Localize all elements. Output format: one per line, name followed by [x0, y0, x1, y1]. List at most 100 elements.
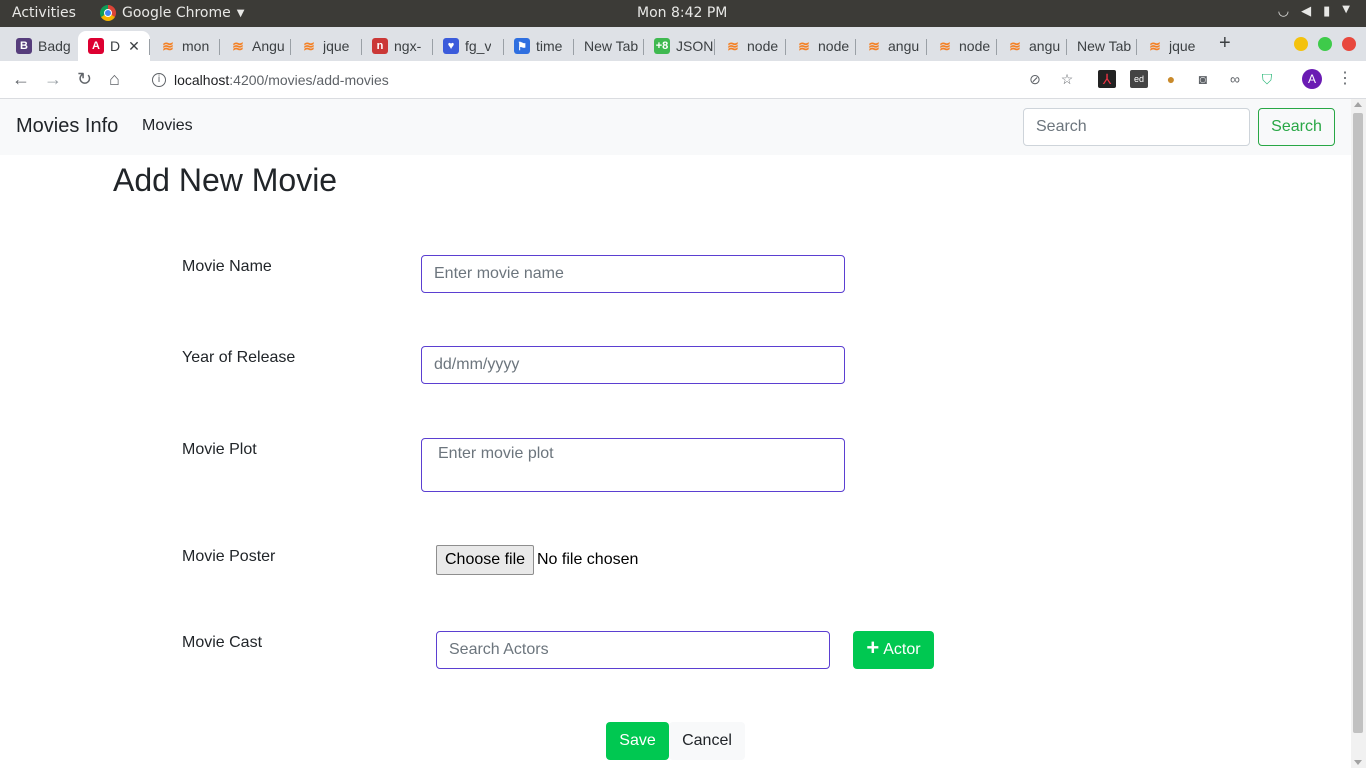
app-name: Google Chrome — [122, 5, 231, 21]
movie-poster-label: Movie Poster — [182, 548, 276, 565]
infinity-icon[interactable]: ∞ — [1226, 70, 1244, 88]
add-actor-label: Actor — [883, 641, 921, 658]
save-button[interactable]: Save — [606, 722, 669, 760]
flag-icon: ⚑ — [514, 38, 530, 54]
stackoverflow-icon: ≋ — [303, 37, 315, 54]
tab-strip: B Badg A D ✕ ≋ mon ≋ Angu ≋ jque n ngx- ♥ fg_v ⚑ time New… — [0, 27, 1366, 61]
tab-separator — [1066, 39, 1067, 55]
browser-tab[interactable]: n ngx- — [362, 31, 433, 61]
tab-title: fg_v — [465, 38, 492, 54]
nav-link-movies[interactable]: Movies — [142, 117, 193, 135]
browser-tab[interactable]: ≋ jque — [1137, 31, 1207, 61]
tab-title: New Tab — [1077, 38, 1132, 54]
home-button[interactable]: ⌂ — [109, 69, 120, 89]
tab-title: D — [110, 38, 121, 54]
tab-title: ngx- — [394, 38, 422, 54]
maximize-button[interactable] — [1318, 37, 1332, 51]
tab-title: JSON — [676, 38, 714, 54]
browser-tab[interactable]: ≋ Angu — [220, 31, 291, 61]
tab-separator — [855, 39, 856, 55]
cookie-icon[interactable]: ● — [1162, 70, 1180, 88]
tab-separator — [926, 39, 927, 55]
tab-title: jque — [1169, 38, 1196, 54]
forward-button[interactable]: → — [44, 69, 62, 89]
tab-title: Badg — [38, 38, 71, 54]
tab-separator — [714, 39, 715, 55]
system-tray[interactable]: ◡ ◀ ▮ ▼ — [1278, 4, 1350, 19]
browser-tab[interactable]: ≋ node — [927, 31, 997, 61]
tab-title: node — [959, 38, 991, 54]
browser-tab[interactable]: New Tab — [574, 31, 644, 61]
chrome-icon — [100, 5, 116, 21]
battery-icon: ▮ — [1323, 4, 1331, 19]
tab-separator — [361, 39, 362, 55]
stackoverflow-icon: ≋ — [939, 37, 951, 54]
camera-icon[interactable]: ◙ — [1194, 70, 1212, 88]
pdf-extension-icon[interactable]: ⅄ — [1098, 70, 1116, 88]
movie-plot-textarea[interactable] — [421, 438, 845, 492]
movie-name-input[interactable] — [421, 255, 845, 293]
file-status-text: No file chosen — [537, 551, 639, 568]
tab-separator — [785, 39, 786, 55]
stackoverflow-icon: ≋ — [868, 37, 880, 54]
browser-tab[interactable]: ≋ angu — [856, 31, 927, 61]
browser-tab[interactable]: ≋ angu — [997, 31, 1067, 61]
blocked-icon[interactable]: ⊘ — [1026, 70, 1044, 88]
tab-separator — [573, 39, 574, 55]
navbar-search-button[interactable]: Search — [1258, 108, 1335, 146]
browser-tab[interactable]: ⚑ time — [504, 31, 574, 61]
bookmark-star-icon[interactable]: ☆ — [1058, 70, 1076, 88]
close-tab-icon[interactable]: ✕ — [128, 38, 140, 55]
close-window-button[interactable] — [1342, 37, 1356, 51]
year-of-release-input[interactable] — [421, 346, 845, 384]
browser-tab[interactable]: +8 JSON — [644, 31, 715, 61]
shield-icon[interactable]: ⛉ — [1258, 70, 1276, 88]
ed-extension-icon[interactable]: ed — [1130, 70, 1148, 88]
cancel-button[interactable]: Cancel — [669, 722, 745, 760]
browser-tab[interactable]: A D ✕ — [78, 31, 150, 61]
tab-separator — [219, 39, 220, 55]
scroll-down-arrow[interactable] — [1354, 760, 1362, 765]
app-menu[interactable]: Google Chrome ▼ — [100, 5, 244, 21]
browser-tab[interactable]: ♥ fg_v — [433, 31, 504, 61]
profile-avatar[interactable]: A — [1302, 69, 1322, 89]
scroll-up-arrow[interactable] — [1354, 102, 1362, 107]
new-tab-button[interactable]: + — [1219, 32, 1231, 55]
tab-separator — [290, 39, 291, 55]
browser-tab[interactable]: New Tab — [1067, 31, 1137, 61]
tab-separator — [643, 39, 644, 55]
tab-separator — [149, 39, 150, 55]
movie-cast-label: Movie Cast — [182, 634, 263, 651]
back-button[interactable]: ← — [12, 69, 30, 89]
activities-button[interactable]: Activities — [12, 5, 76, 21]
menu-icon[interactable]: ⋮ — [1336, 70, 1354, 88]
browser-tab[interactable]: B Badg — [6, 31, 78, 61]
search-actors-input[interactable] — [436, 631, 830, 669]
tab-separator — [996, 39, 997, 55]
movie-name-label: Movie Name — [182, 258, 272, 275]
chevron-down-icon: ▼ — [236, 7, 245, 19]
scrollbar-thumb[interactable] — [1353, 113, 1363, 733]
browser-tab[interactable]: ≋ node — [715, 31, 786, 61]
browser-tab[interactable]: ≋ jque — [291, 31, 362, 61]
wifi-icon: ◡ — [1277, 4, 1290, 19]
add-actor-button[interactable]: + Actor — [853, 631, 934, 669]
clock[interactable]: Mon 8:42 PM — [637, 5, 727, 21]
reload-button[interactable]: ↻ — [77, 69, 92, 89]
angular-icon: A — [88, 38, 104, 54]
movie-plot-label: Movie Plot — [182, 441, 257, 458]
stackoverflow-icon: ≋ — [798, 37, 810, 54]
browser-tab[interactable]: ≋ mon — [150, 31, 220, 61]
minimize-button[interactable] — [1294, 37, 1308, 51]
address-bar[interactable]: i localhost:4200/movies/add-movies — [140, 66, 1140, 94]
shield-icon: ♥ — [443, 38, 459, 54]
volume-icon: ◀ — [1301, 4, 1312, 19]
plus-icon: + — [866, 635, 880, 660]
brand-link[interactable]: Movies Info — [16, 115, 118, 138]
browser-tab[interactable]: ≋ node — [786, 31, 856, 61]
info-icon[interactable]: i — [152, 73, 166, 87]
page-scrollbar[interactable] — [1351, 99, 1366, 768]
navbar-search-input[interactable] — [1023, 108, 1250, 146]
choose-file-button[interactable]: Choose file — [436, 545, 535, 575]
tab-separator — [432, 39, 433, 55]
